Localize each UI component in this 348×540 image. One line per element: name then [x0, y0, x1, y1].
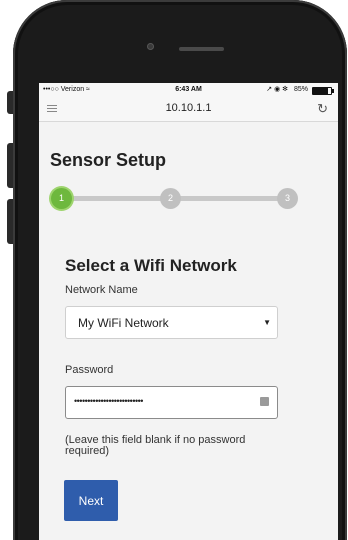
- battery-icon: [312, 87, 334, 95]
- stage: •••○○ Verizon ≈ 6:43 AM ↗ ◉ ✻ 85% 10.10.…: [0, 0, 348, 540]
- status-bar: •••○○ Verizon ≈ 6:43 AM ↗ ◉ ✻ 85%: [39, 83, 338, 97]
- password-value: ••••••••••••••••••••••••••: [74, 396, 143, 406]
- password-input[interactable]: ••••••••••••••••••••••••••: [65, 386, 278, 419]
- reload-icon[interactable]: ↻: [317, 101, 328, 117]
- step-3: 3: [277, 188, 298, 209]
- network-select-value: My WiFi Network: [78, 316, 169, 330]
- password-help-text: (Leave this field blank if no password r…: [65, 434, 246, 457]
- step-1: 1: [51, 188, 72, 209]
- network-select[interactable]: My WiFi Network ▼: [65, 306, 278, 339]
- setup-stepper: 1 2 3: [39, 185, 338, 215]
- step-2: 2: [160, 188, 181, 209]
- next-button[interactable]: Next: [64, 480, 118, 521]
- status-icons: ↗ ◉ ✻: [266, 86, 288, 93]
- chevron-down-icon: ▼: [263, 318, 271, 327]
- password-manager-icon[interactable]: [260, 397, 269, 406]
- section-heading: Select a Wifi Network: [65, 256, 237, 275]
- url-field[interactable]: 10.10.1.1: [39, 102, 338, 114]
- browser-address-bar: 10.10.1.1 ↻: [39, 97, 338, 122]
- earpiece-speaker: [179, 47, 224, 51]
- password-label: Password: [65, 364, 114, 376]
- front-camera: [147, 43, 154, 50]
- page-title: Sensor Setup: [50, 150, 167, 170]
- phone-screen: •••○○ Verizon ≈ 6:43 AM ↗ ◉ ✻ 85% 10.10.…: [39, 83, 338, 540]
- battery-percent: 85%: [293, 86, 308, 93]
- network-name-label: Network Name: [65, 284, 138, 296]
